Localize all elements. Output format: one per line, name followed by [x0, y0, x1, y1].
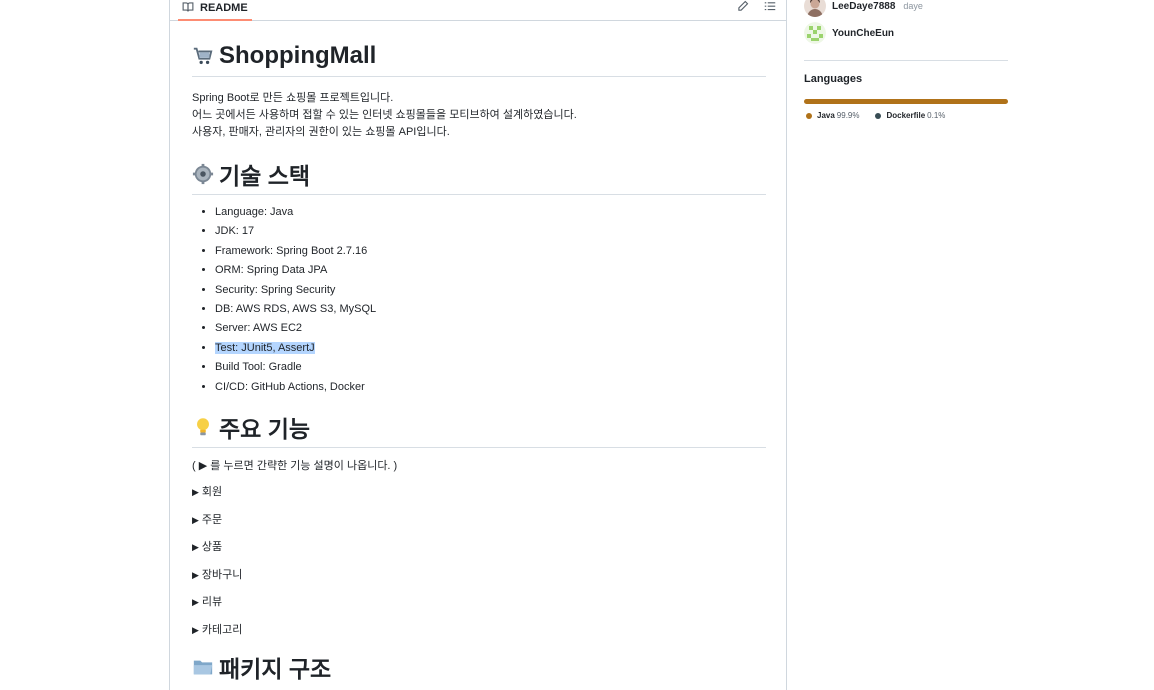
intro-line: Spring Boot로 만든 쇼핑몰 프로젝트입니다.	[192, 92, 394, 104]
triangle-right-icon: ▶	[192, 624, 199, 635]
list-item: Framework: Spring Boot 2.7.16	[215, 242, 766, 261]
language-item-dockerfile[interactable]: Dockerfile 0.1%	[875, 111, 945, 120]
feature-toggle-review[interactable]: ▶ 리뷰	[192, 594, 766, 622]
list-item: Test: JUnit5, AssertJ	[215, 339, 766, 358]
package-heading: 패키지 구조	[192, 649, 766, 687]
feature-label: 회원	[201, 486, 223, 499]
feature-toggle-order[interactable]: ▶ 주문	[192, 512, 766, 540]
language-percent: 0.1%	[927, 111, 946, 120]
language-bar-segment	[804, 99, 1008, 104]
tech-stack-heading-text: 기술 스택	[219, 162, 311, 189]
lightbulb-icon	[192, 416, 214, 438]
readme-tab-label: README	[200, 2, 248, 14]
tech-stack-list: Language: Java JDK: 17 Framework: Spring…	[192, 203, 766, 397]
features-hint: ( ▶ 를 누르면 간략한 기능 설명이 나옵니다. )	[192, 460, 398, 473]
language-color-dot	[875, 112, 882, 119]
list-item: Security: Spring Security	[215, 281, 766, 300]
pencil-icon[interactable]	[737, 0, 749, 12]
list-item: ORM: Spring Data JPA	[215, 261, 766, 280]
list-item: Server: AWS EC2	[215, 319, 766, 338]
package-heading-text: 패키지 구조	[219, 655, 332, 682]
list-item: Build Tool: Gradle	[215, 358, 766, 377]
list-outline-icon[interactable]	[764, 0, 776, 12]
language-color-dot	[806, 112, 812, 119]
triangle-right-icon: ▶	[192, 487, 199, 498]
readme-header: README	[170, 0, 786, 21]
features-heading-text: 주요 기능	[219, 415, 311, 442]
gear-icon	[192, 163, 214, 185]
avatar	[804, 0, 826, 17]
list-item: JDK: 17	[215, 222, 766, 241]
folder-icon	[192, 656, 214, 678]
intro-line: 어느 곳에서든 사용하며 접할 수 있는 인터넷 쇼핑몰들을 모티브하여 설계하…	[192, 109, 577, 121]
contributor-name: YounCheEun	[832, 27, 895, 39]
contributor-name: LeeDaye7888	[832, 0, 896, 12]
book-icon	[182, 1, 194, 16]
contributor-item[interactable]: LeeDaye7888 daye	[804, 0, 923, 17]
selected-text[interactable]: Test: JUnit5, AssertJ	[215, 341, 315, 354]
readme-title-text: ShoppingMall	[219, 41, 377, 69]
feature-label: 상품	[201, 541, 223, 554]
intro-line: 사용자, 판매자, 관리자의 권한이 있는 쇼핑몰 API입니다.	[192, 126, 450, 138]
feature-label: 장바구니	[201, 568, 243, 581]
language-name: Java	[817, 111, 835, 120]
tech-stack-heading: 기술 스택	[192, 156, 766, 195]
readme-panel: README ShoppingMall Spring Boot로 만든 쇼핑몰 …	[169, 0, 787, 690]
language-item-java[interactable]: Java 99.9%	[806, 111, 859, 120]
feature-label: 주문	[201, 513, 223, 526]
readme-markdown: ShoppingMall Spring Boot로 만든 쇼핑몰 프로젝트입니다…	[192, 38, 766, 687]
triangle-right-icon: ▶	[192, 569, 199, 580]
contributor-login: daye	[903, 1, 923, 11]
list-item: CI/CD: GitHub Actions, Docker	[215, 378, 766, 397]
feature-label: 카테고리	[201, 623, 243, 636]
language-name: Dockerfile	[886, 111, 926, 120]
feature-toggle-cart[interactable]: ▶ 장바구니	[192, 567, 766, 595]
features-heading: 주요 기능	[192, 409, 766, 449]
languages-bar	[804, 99, 1008, 104]
triangle-right-icon: ▶	[192, 597, 199, 608]
languages-title: Languages	[804, 73, 863, 85]
contributor-item[interactable]: YounCheEun	[804, 22, 894, 44]
languages-list: Java 99.9% Dockerfile 0.1%	[806, 111, 945, 120]
avatar	[804, 22, 826, 44]
sidebar-divider	[804, 60, 1008, 61]
readme-tab[interactable]: README	[178, 0, 252, 21]
feature-toggle-product[interactable]: ▶ 상품	[192, 539, 766, 567]
cart-icon	[192, 45, 214, 67]
list-item: Language: Java	[215, 203, 766, 222]
readme-title: ShoppingMall	[192, 38, 766, 77]
language-percent: 99.9%	[836, 111, 860, 120]
feature-toggle-category[interactable]: ▶ 카테고리	[192, 622, 766, 650]
feature-label: 리뷰	[201, 596, 223, 609]
list-item: DB: AWS RDS, AWS S3, MySQL	[215, 300, 766, 319]
triangle-right-icon: ▶	[192, 542, 199, 553]
triangle-right-icon: ▶	[192, 514, 199, 525]
feature-toggle-member[interactable]: ▶ 회원	[192, 484, 766, 512]
